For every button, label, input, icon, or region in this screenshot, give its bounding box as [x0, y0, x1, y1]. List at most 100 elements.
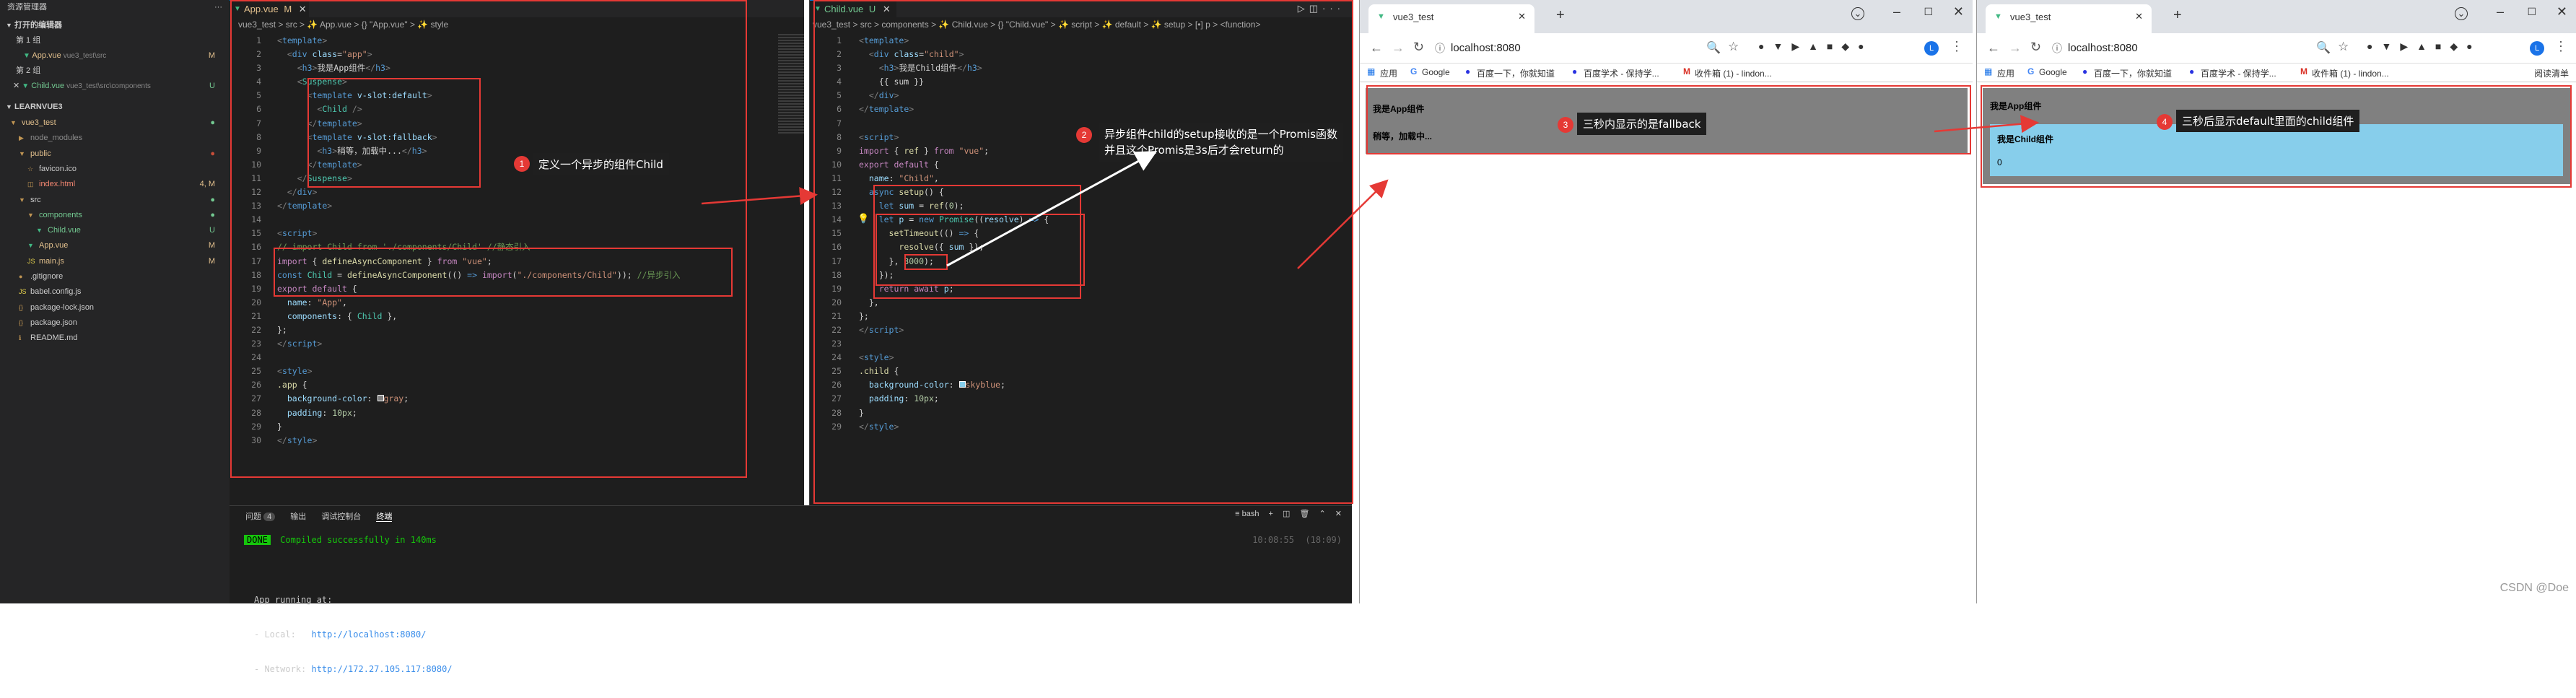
forward-icon[interactable]: →: [1392, 40, 1405, 56]
zoom-icon[interactable]: 🔍: [2316, 40, 2331, 55]
tree-item[interactable]: ▼ components ●: [0, 208, 230, 223]
reload-icon[interactable]: ↻: [2030, 40, 2041, 55]
menu-icon[interactable]: ⋮: [1950, 39, 1963, 54]
info-icon[interactable]: ⓘ: [1435, 41, 1445, 56]
tab-search-icon[interactable]: ⌄: [2455, 7, 2468, 20]
minimap[interactable]: [778, 34, 804, 135]
apps-icon[interactable]: ▦: [1367, 66, 1375, 77]
terminal-output: App running at: - Local: http://localhos…: [254, 595, 453, 674]
terminal-panel: 问题 4 输出 调试控制台 终端 ≡ bash + ◫ 🗑 ⌃ ✕ DONE C…: [230, 505, 1352, 674]
close-icon[interactable]: ✕: [1335, 510, 1342, 518]
baidu-xueshu-icon: ●: [2189, 66, 2195, 77]
minimize-icon[interactable]: –: [1893, 4, 1900, 19]
address-bar[interactable]: localhost:8080: [1451, 42, 1521, 54]
chevron-down-icon: ▼: [6, 22, 12, 29]
extension-icons[interactable]: ●▼▶▲■◆●: [1758, 40, 1873, 53]
add-terminal-icon[interactable]: +: [1269, 510, 1273, 518]
open-editors-header[interactable]: ▼ 打开的编辑器: [0, 18, 230, 33]
tree-item-label: components: [39, 210, 82, 219]
bookmark-star-icon[interactable]: ☆: [2338, 40, 2349, 54]
tree-item[interactable]: JS main.js M: [0, 254, 230, 269]
tree-item[interactable]: ▼ vue3_test ●: [0, 115, 230, 131]
open-editor-child-vue[interactable]: ✕ ▼ Child.vue vue3_test\src\components U: [0, 79, 230, 94]
terminal-shell-select[interactable]: ≡ bash: [1235, 510, 1259, 518]
back-icon[interactable]: ←: [1370, 40, 1383, 56]
tree-item[interactable]: {} package.json: [0, 315, 230, 331]
avatar[interactable]: L: [1924, 41, 1939, 56]
close-window-icon[interactable]: ✕: [1953, 4, 1964, 19]
watermark: CSDN @Doe: [2499, 582, 2569, 594]
close-tab-icon[interactable]: ✕: [2135, 11, 2143, 22]
bookmark-xueshu[interactable]: 百度学术 - 保持学...: [2201, 67, 2276, 79]
tree-item[interactable]: ℹ README.md: [0, 331, 230, 346]
tree-item-label: Child.vue: [48, 226, 81, 235]
git-status: U: [209, 226, 215, 235]
bookmark-gmail[interactable]: 收件箱 (1) - lindon...: [1695, 67, 1772, 79]
apps-icon[interactable]: ▦: [1984, 66, 1992, 77]
tree-item[interactable]: ▼ Child.vue U: [0, 223, 230, 238]
highlight-suspense-block: [307, 78, 481, 188]
tree-item[interactable]: JS babel.config.js: [0, 284, 230, 300]
more-actions-icon[interactable]: ···: [214, 0, 222, 15]
browser-tab[interactable]: ▼ vue3_test ✕: [1368, 4, 1534, 33]
bookmark-apps[interactable]: 应用: [1997, 67, 2014, 79]
baidu-icon: ●: [1465, 66, 1471, 77]
tab-terminal[interactable]: 终端: [376, 512, 393, 522]
close-tab-icon[interactable]: ✕: [1518, 11, 1526, 22]
tree-item[interactable]: ▼ public ●: [0, 147, 230, 162]
gmail-icon: M: [1683, 66, 1690, 77]
tab-debug-console[interactable]: 调试控制台: [321, 512, 361, 521]
tab-search-icon[interactable]: ⌄: [1851, 7, 1864, 20]
tab-output[interactable]: 输出: [290, 512, 306, 521]
new-tab-icon[interactable]: +: [2173, 7, 2182, 24]
reload-icon[interactable]: ↻: [1413, 40, 1424, 55]
bookmark-star-icon[interactable]: ☆: [1728, 40, 1739, 54]
baidu-xueshu-icon: ●: [1572, 66, 1578, 77]
bookmark-google[interactable]: Google: [2039, 67, 2067, 77]
tree-item[interactable]: ☆ favicon.ico: [0, 162, 230, 177]
tree-item[interactable]: ▼ src ●: [0, 193, 230, 208]
minimize-icon[interactable]: –: [2497, 4, 2504, 19]
browser-tab[interactable]: ▼ vue3_test ✕: [1986, 4, 2152, 33]
git-status: ●: [210, 149, 215, 158]
open-editor-app-vue[interactable]: ▼ App.vue vue3_test\src M: [0, 48, 230, 64]
tree-item[interactable]: ▶ node_modules: [0, 131, 230, 146]
menu-icon[interactable]: ⋮: [2554, 39, 2567, 54]
close-icon[interactable]: ✕: [13, 82, 19, 90]
maximize-icon[interactable]: ☐: [2527, 6, 2536, 18]
compile-line: DONE Compiled successfully in 140ms 10:0…: [244, 535, 1342, 549]
info-icon[interactable]: ⓘ: [2052, 41, 2062, 56]
avatar[interactable]: L: [2530, 41, 2544, 56]
new-tab-icon[interactable]: +: [1556, 7, 1565, 24]
google-icon: G: [1410, 66, 1418, 77]
address-bar[interactable]: localhost:8080: [2068, 42, 2138, 54]
tree-item[interactable]: {} package-lock.json: [0, 300, 230, 315]
trash-icon[interactable]: 🗑: [1299, 510, 1309, 518]
workspace-header[interactable]: ▼ LEARNVUE3: [0, 100, 230, 115]
bookmark-baidu[interactable]: 百度一下，你就知道: [1477, 67, 1555, 79]
bookmark-google[interactable]: Google: [1422, 67, 1450, 77]
zoom-icon[interactable]: 🔍: [1706, 40, 1721, 55]
chevron-up-icon[interactable]: ⌃: [1319, 510, 1326, 518]
maximize-icon[interactable]: ☐: [1924, 6, 1933, 18]
tree-item[interactable]: ● .gitignore: [0, 269, 230, 284]
tab-problems[interactable]: 问题 4: [245, 512, 276, 521]
git-status: ●: [210, 118, 215, 127]
tree-item-label: package-lock.json: [30, 302, 95, 312]
google-icon: G: [2027, 66, 2035, 77]
tree-item[interactable]: ◫ index.html 4, M: [0, 177, 230, 192]
browser-titlebar: ▼ vue3_test ✕ + ⌄ – ☐ ✕: [1360, 0, 1973, 33]
back-icon[interactable]: ←: [1987, 40, 2000, 56]
reading-list[interactable]: 阅读清单: [2534, 67, 2569, 79]
split-terminal-icon[interactable]: ◫: [1283, 510, 1290, 518]
bookmark-apps[interactable]: 应用: [1380, 67, 1397, 79]
close-window-icon[interactable]: ✕: [2557, 4, 2567, 19]
tree-item[interactable]: ▼ App.vue M: [0, 238, 230, 253]
file-icon: {}: [19, 318, 24, 326]
forward-icon[interactable]: →: [2009, 40, 2022, 56]
bookmark-xueshu[interactable]: 百度学术 - 保持学...: [1584, 67, 1659, 79]
extension-icons[interactable]: ●▼▶▲■◆●: [2367, 40, 2481, 53]
bookmark-gmail[interactable]: 收件箱 (1) - lindon...: [2312, 67, 2389, 79]
bookmark-baidu[interactable]: 百度一下，你就知道: [2094, 67, 2172, 79]
file-icon: JS: [27, 257, 35, 265]
